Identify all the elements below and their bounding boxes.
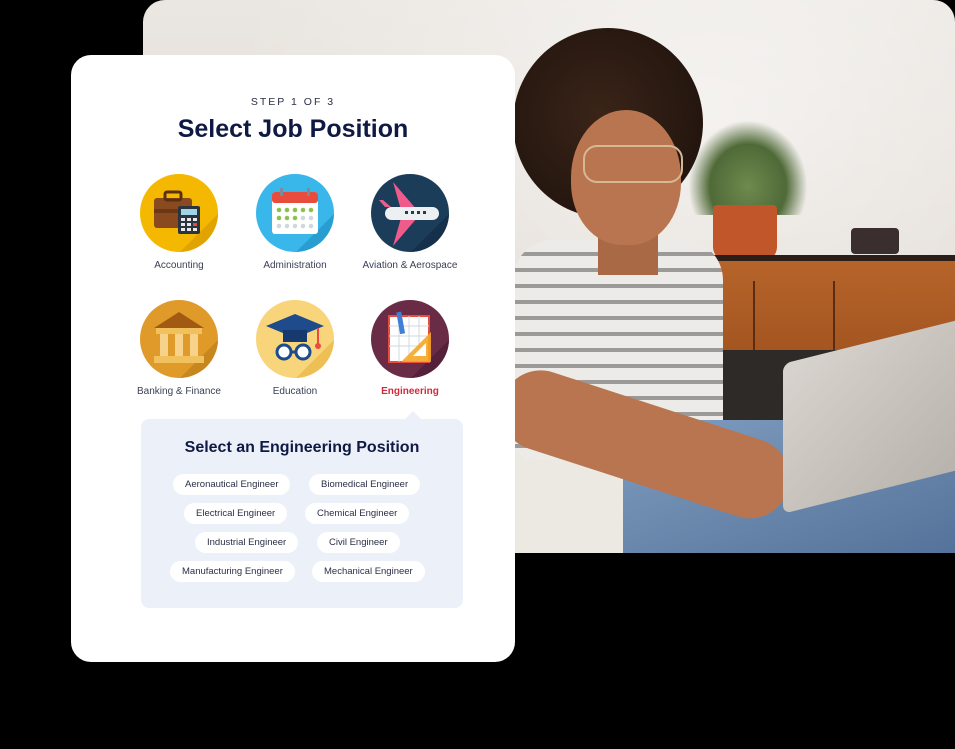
briefcase-calculator-icon <box>140 174 218 252</box>
chip-electrical-engineer[interactable]: Electrical Engineer <box>184 503 288 524</box>
page-title: Select Job Position <box>177 115 409 143</box>
calendar-icon <box>256 174 334 252</box>
person-glasses <box>583 145 683 183</box>
bank-pillars-icon <box>140 300 218 378</box>
plant <box>688 120 808 215</box>
option-label: Administration <box>263 260 327 271</box>
chip-manufacturing-engineer[interactable]: Manufacturing Engineer <box>170 561 295 582</box>
plant-pot <box>713 205 777 261</box>
camera <box>851 228 899 254</box>
option-label: Education <box>272 386 318 397</box>
chip-aeronautical-engineer[interactable]: Aeronautical Engineer <box>173 474 291 495</box>
option-label: Aviation & Aerospace <box>362 260 458 271</box>
option-banking[interactable]: Banking & Finance <box>119 300 239 397</box>
chip-civil-engineer[interactable]: Civil Engineer <box>317 532 400 553</box>
engineering-positions-panel: Select an Engineering Position Aeronauti… <box>141 411 463 608</box>
option-label: Banking & Finance <box>137 386 221 397</box>
airplane-icon <box>371 174 449 252</box>
popup-arrow <box>405 411 421 419</box>
step-indicator: STEP 1 OF 3 <box>250 96 336 108</box>
popup-title: Select an Engineering Position <box>184 439 420 456</box>
job-position-card: STEP 1 OF 3 Select Job Position Accounti… <box>71 55 515 662</box>
chip-industrial-engineer[interactable]: Industrial Engineer <box>195 532 299 553</box>
chip-biomedical-engineer[interactable]: Biomedical Engineer <box>309 474 421 495</box>
option-accounting[interactable]: Accounting <box>119 174 239 271</box>
blueprint-ruler-icon <box>371 300 449 378</box>
chip-mechanical-engineer[interactable]: Mechanical Engineer <box>312 561 425 582</box>
option-administration[interactable]: Administration <box>235 174 355 271</box>
graduation-cap-icon <box>256 300 334 378</box>
option-aviation[interactable]: Aviation & Aerospace <box>350 174 470 271</box>
option-label: Engineering <box>381 386 439 397</box>
chip-chemical-engineer[interactable]: Chemical Engineer <box>305 503 410 524</box>
option-engineering[interactable]: Engineering <box>350 300 470 397</box>
option-education[interactable]: Education <box>235 300 355 397</box>
option-label: Accounting <box>154 260 204 271</box>
